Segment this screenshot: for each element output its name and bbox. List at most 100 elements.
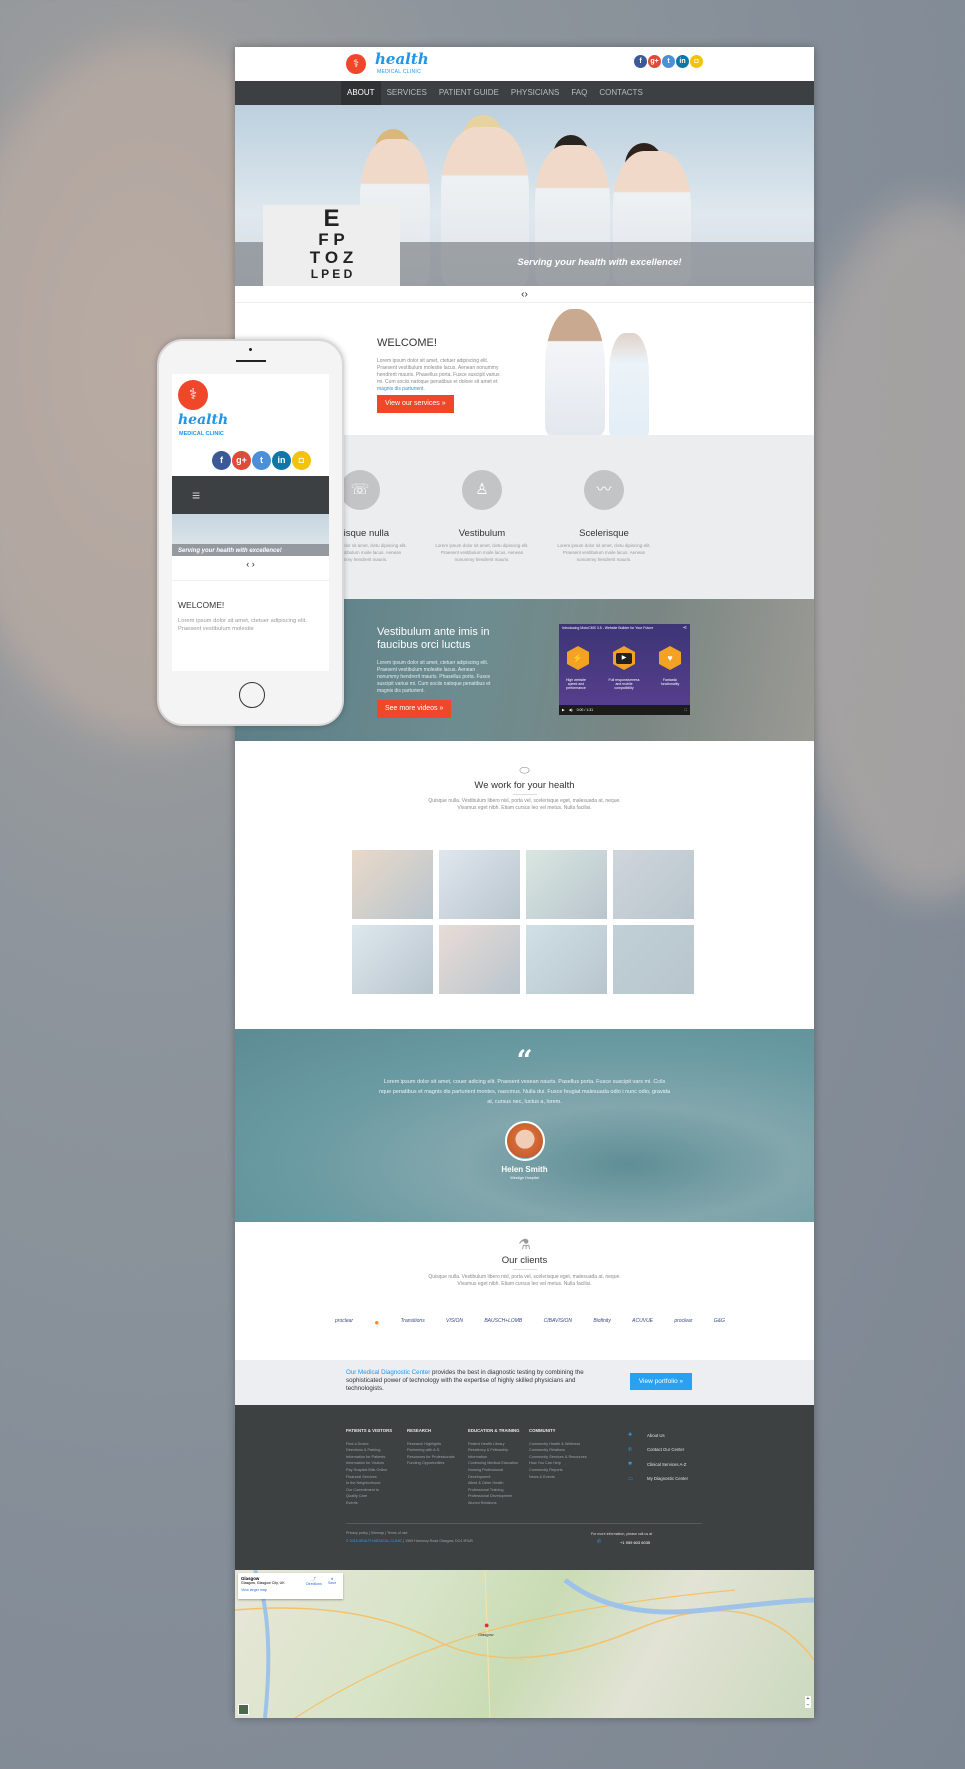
footer-link[interactable]: News & Events xyxy=(529,1474,587,1481)
copyright-brand[interactable]: © 2015 HEALTH MEDICAL CLINIC xyxy=(346,1539,402,1543)
video-title[interactable]: Introducing MotoCMS 3.5 - Website Builde… xyxy=(562,626,682,630)
footer-link[interactable]: Information for Visitors xyxy=(346,1460,392,1467)
footer-quick-link[interactable]: ▭ My Diagnostic Center xyxy=(628,1472,688,1487)
footer-link[interactable]: Research Highlights xyxy=(407,1441,454,1448)
instagram-icon[interactable]: ◘ xyxy=(292,451,311,470)
view-larger-map-link[interactable]: View larger map xyxy=(241,1588,340,1592)
footer-link[interactable]: Community Services & Resources xyxy=(529,1454,587,1461)
footer-link[interactable]: Information for Patients xyxy=(346,1454,392,1461)
footer-link[interactable]: Allied & Other Health xyxy=(468,1480,519,1487)
instagram-icon[interactable]: ◘ xyxy=(690,55,703,68)
gallery-photo[interactable] xyxy=(526,850,607,919)
directions-button[interactable]: ⤴ Directions xyxy=(306,1577,322,1586)
satellite-toggle[interactable] xyxy=(238,1704,249,1715)
share-icon[interactable]: ⋖ xyxy=(683,625,687,631)
nav-item-physicians[interactable]: PHYSICIANS xyxy=(505,81,565,105)
footer-link[interactable]: Professional Development xyxy=(468,1493,519,1500)
client-logo[interactable]: VISION xyxy=(446,1318,463,1327)
google-plus-icon[interactable]: g+ xyxy=(648,55,661,68)
legal-links[interactable]: Privacy policy | Sitemap | Terms of use xyxy=(346,1531,408,1535)
footer-link[interactable]: Community Reports xyxy=(529,1467,587,1474)
gallery-photo[interactable] xyxy=(352,850,433,919)
gallery-photo[interactable] xyxy=(439,925,520,994)
video-time: 0:00 / 1:31 xyxy=(576,708,594,712)
client-logo[interactable]: CIBAVISION xyxy=(544,1318,572,1327)
see-more-videos-button[interactable]: See more videos » xyxy=(377,700,452,718)
footer-link[interactable]: Nursing Professional xyxy=(468,1467,519,1474)
gallery-photo[interactable] xyxy=(613,925,694,994)
facebook-icon[interactable]: f xyxy=(212,451,231,470)
nav-item-contacts[interactable]: CONTACTS xyxy=(593,81,648,105)
footer-quick-link[interactable]: ✚ About Us xyxy=(628,1428,688,1443)
play-icon[interactable]: ▶ xyxy=(562,708,565,712)
footer-phone[interactable]: +1 959 603 6035 xyxy=(620,1540,650,1545)
footer-link[interactable]: Directions & Parking xyxy=(346,1447,392,1454)
footer-link[interactable]: Continuing Medical Education xyxy=(468,1460,519,1467)
footer-link[interactable]: Pay Hospital Bills Online xyxy=(346,1467,392,1474)
footer-link[interactable]: Development xyxy=(468,1474,519,1481)
clients-text: Quisque nulla. Vestibulum libero nisl, p… xyxy=(428,1274,621,1287)
welcome-link[interactable]: magnis dis parturient. xyxy=(377,386,425,392)
slider-prev-next-icon[interactable]: ‹› xyxy=(521,289,528,300)
play-overlay-button[interactable]: ▶ xyxy=(616,653,632,664)
nav-item-patient-guide[interactable]: PATIENT GUIDE xyxy=(433,81,505,105)
footer-link[interactable]: Professional Training xyxy=(468,1487,519,1494)
nav-item-services[interactable]: SERVICES xyxy=(381,81,433,105)
footer-link[interactable]: Quality Care xyxy=(346,1493,392,1500)
mobile-slider-arrows[interactable]: ‹ › xyxy=(172,559,329,569)
footer-link[interactable]: Alumni Relations xyxy=(468,1500,519,1507)
diagnostic-link[interactable]: Our Medical Diagnostic Center xyxy=(346,1369,430,1376)
linkedin-icon[interactable]: in xyxy=(676,55,689,68)
gallery-photo[interactable] xyxy=(613,850,694,919)
footer-link[interactable]: Financial Services xyxy=(346,1474,392,1481)
client-logo[interactable]: Biofinity xyxy=(593,1318,611,1327)
facebook-icon[interactable]: f xyxy=(634,55,647,68)
footer-link[interactable]: In the Neighborhood xyxy=(346,1480,392,1487)
footer-link[interactable]: Our Commitment to xyxy=(346,1487,392,1494)
client-logo[interactable]: BAUSCH+LOMB xyxy=(484,1318,522,1327)
client-logo[interactable]: ● xyxy=(374,1318,379,1327)
twitter-icon[interactable]: t xyxy=(662,55,675,68)
google-plus-icon[interactable]: g+ xyxy=(232,451,251,470)
footer-link[interactable]: Funding Opportunities xyxy=(407,1460,454,1467)
footer-link[interactable]: Resources for Professionals xyxy=(407,1454,454,1461)
footer-link[interactable]: Find a Doctor xyxy=(346,1441,392,1448)
footer-link[interactable]: Community Relations xyxy=(529,1447,587,1454)
client-logo[interactable]: ACUVUE xyxy=(632,1318,653,1327)
quick-link-label: My Diagnostic Center xyxy=(647,1476,689,1482)
twitter-icon[interactable]: t xyxy=(252,451,271,470)
footer-link[interactable]: Information xyxy=(468,1454,519,1461)
client-logo[interactable]: Transitions xyxy=(401,1318,425,1327)
video-player[interactable]: Introducing MotoCMS 3.5 - Website Builde… xyxy=(559,624,690,715)
linkedin-icon[interactable]: in xyxy=(272,451,291,470)
google-map[interactable]: Glasgow Glasgow, Glasgow City, UK View l… xyxy=(235,1570,814,1718)
footer-quick-link[interactable]: ✱ Clinical Services A-Z xyxy=(628,1457,688,1472)
client-logo[interactable]: G&G xyxy=(714,1318,725,1327)
view-services-button[interactable]: View our services » xyxy=(377,395,454,413)
footer-link[interactable]: Partnering with A.S. xyxy=(407,1447,454,1454)
slider-arrows[interactable]: ‹› xyxy=(235,286,814,303)
home-button[interactable] xyxy=(239,682,265,708)
client-logo[interactable]: proclear xyxy=(674,1318,692,1327)
volume-icon[interactable]: ◀) xyxy=(569,708,573,712)
caduceus-icon[interactable]: ⚕ xyxy=(346,54,366,74)
footer-quick-link[interactable]: ✆ Contact Our Center xyxy=(628,1443,688,1458)
footer-link[interactable]: How You Can Help xyxy=(529,1460,587,1467)
gallery-photo[interactable] xyxy=(352,925,433,994)
gallery-photo[interactable] xyxy=(439,850,520,919)
hamburger-menu-icon[interactable]: ≡ xyxy=(192,488,200,502)
view-portfolio-button[interactable]: View portfolio » xyxy=(630,1373,692,1390)
nav-item-about[interactable]: ABOUT xyxy=(341,81,381,105)
logo-wordmark[interactable]: health xyxy=(375,50,429,68)
footer-link[interactable]: Residency & Fellowship xyxy=(468,1447,519,1454)
fullscreen-icon[interactable]: ⛶ xyxy=(685,708,687,712)
nav-item-faq[interactable]: FAQ xyxy=(565,81,593,105)
client-logo[interactable]: proclear xyxy=(335,1318,353,1327)
gallery-photo[interactable] xyxy=(526,925,607,994)
save-button[interactable]: ★ Save xyxy=(328,1577,336,1585)
footer-link[interactable]: Events xyxy=(346,1500,392,1507)
footer-link[interactable]: Community Health & Wellness xyxy=(529,1441,587,1448)
map-pin-icon[interactable]: ● xyxy=(484,1620,489,1630)
zoom-controls[interactable]: + − xyxy=(805,1696,811,1708)
footer-link[interactable]: Patient Health Library xyxy=(468,1441,519,1448)
